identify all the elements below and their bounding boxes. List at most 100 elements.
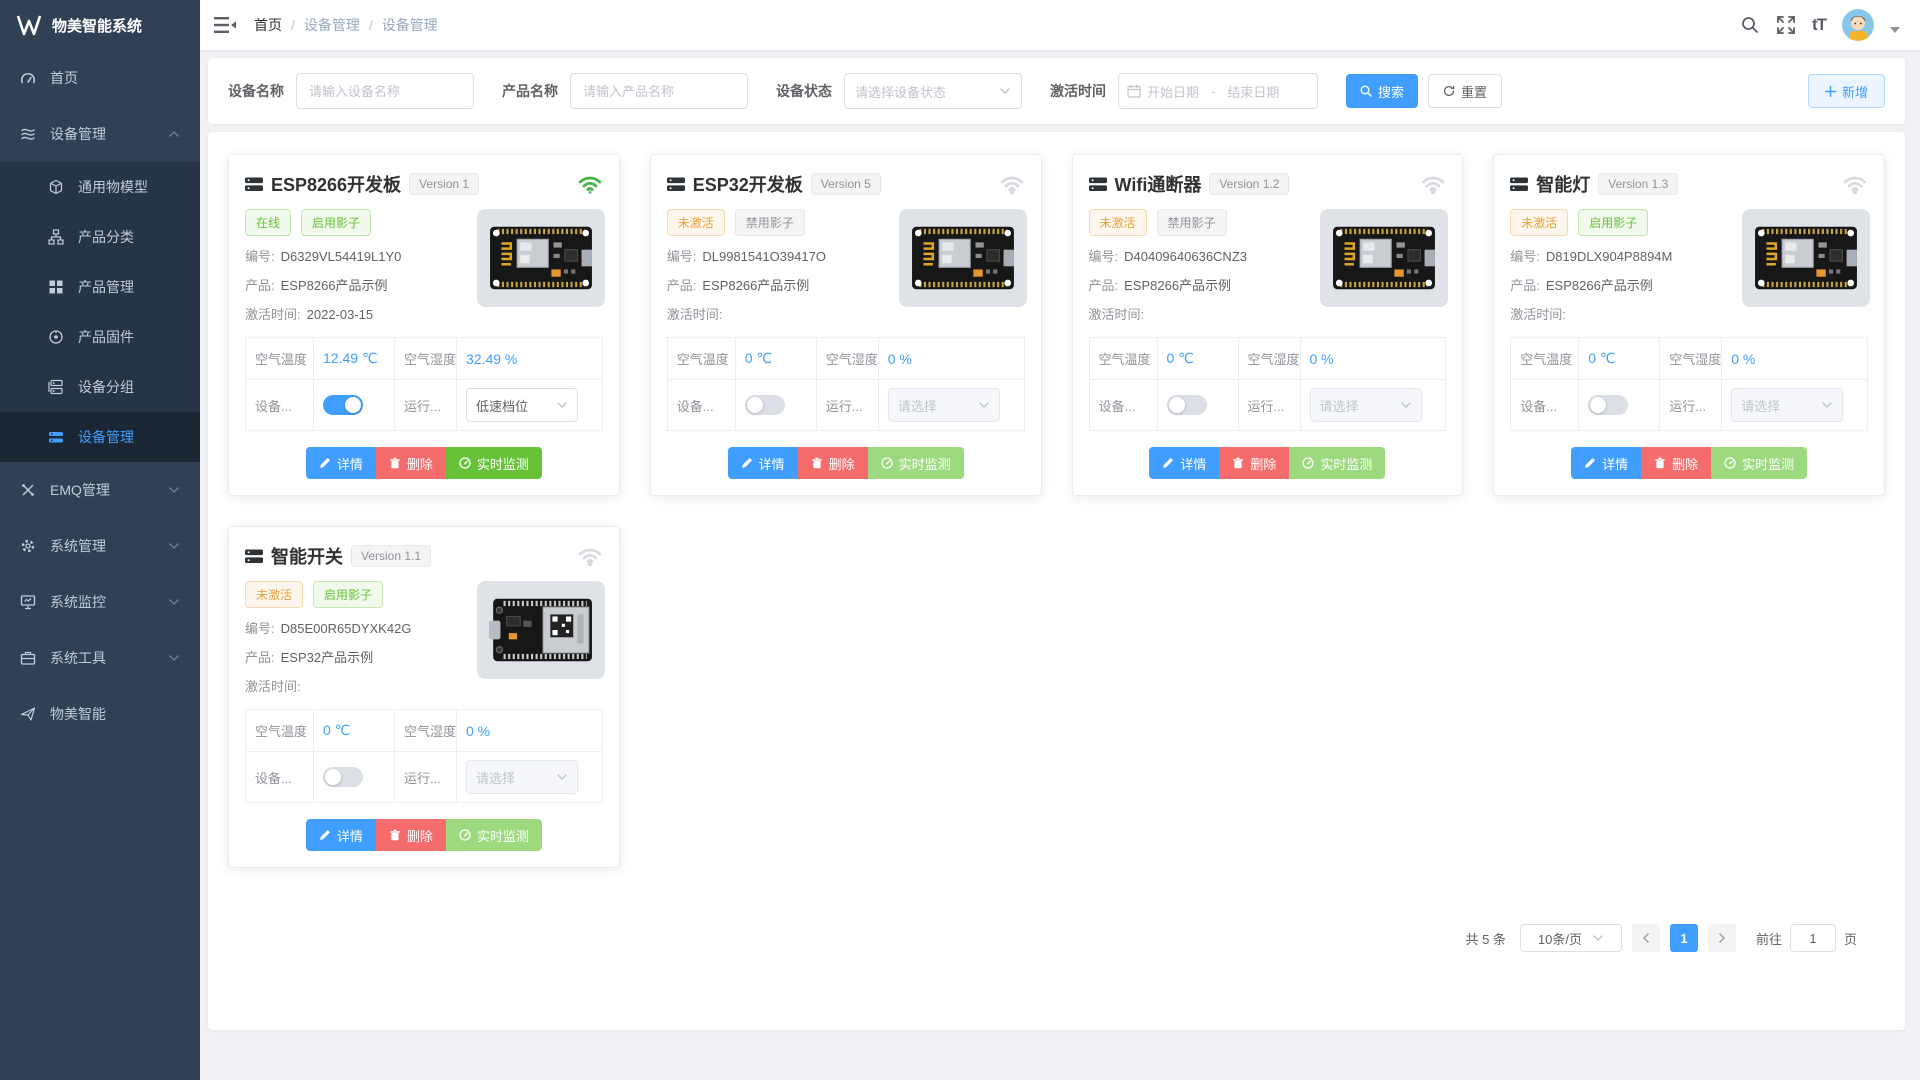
device-card-body: 在线 启用影子 编号:D6329VL54419L1Y0 产品:ESP8266产品… [229, 197, 619, 323]
device-name[interactable]: ESP32开发板 [693, 171, 803, 197]
sidebar-item-system-management[interactable]: 系统管理 [0, 518, 200, 574]
edit-icon [741, 457, 753, 469]
humidity-label: 空气湿度 [1239, 338, 1301, 380]
sidebar-item-product-management[interactable]: 产品管理 [0, 262, 200, 312]
device-name[interactable]: Wifi通断器 [1115, 171, 1202, 197]
device-name[interactable]: 智能开关 [271, 543, 343, 569]
chevron-down-icon [556, 771, 568, 783]
product-label: 产品: [245, 278, 275, 293]
version-badge: Version 1.3 [1598, 173, 1678, 195]
run-mode-select[interactable]: 请选择 [888, 388, 1000, 422]
humidity-label: 空气湿度 [817, 338, 879, 380]
detail-button[interactable]: 详情 [306, 447, 376, 479]
sidebar-item-label: 设备管理 [78, 427, 134, 447]
delete-button[interactable]: 删除 [1219, 447, 1289, 479]
run-mode-select[interactable]: 低速档位 [466, 388, 578, 422]
device-switch[interactable] [323, 395, 363, 415]
delete-button[interactable]: 删除 [798, 447, 868, 479]
page-number-current[interactable]: 1 [1670, 924, 1698, 952]
device-switch[interactable] [323, 767, 363, 787]
sidebar-item-emq[interactable]: EMQ管理 [0, 462, 200, 518]
next-page-button[interactable] [1708, 924, 1736, 952]
device-name-input[interactable] [296, 73, 474, 109]
monitor-button[interactable]: 实时监测 [1289, 447, 1385, 479]
filter-bar: 设备名称 产品名称 设备状态 请选择设备状态 激活时间 开始日期 - 结束日期 [208, 58, 1905, 124]
monitor-button[interactable]: 实时监测 [446, 447, 542, 479]
app-logo: 物美智能系统 [0, 0, 200, 50]
product-line: 产品:ESP8266产品示例 [1089, 275, 1311, 294]
humidity-value: 0 % [879, 338, 1024, 380]
monitor-button[interactable]: 实时监测 [446, 819, 542, 851]
sidebar-item-label: 系统工具 [50, 648, 106, 668]
start-date-placeholder: 开始日期 [1147, 82, 1199, 101]
sidebar-item-product-category[interactable]: 产品分类 [0, 212, 200, 262]
device-type-icon [667, 177, 685, 192]
date-range-picker[interactable]: 开始日期 - 结束日期 [1118, 73, 1318, 109]
board-image-esp8266 [1754, 225, 1858, 291]
device-status-select[interactable]: 请选择设备状态 [844, 73, 1022, 109]
device-name[interactable]: ESP8266开发板 [271, 171, 401, 197]
device-photo [1320, 209, 1448, 307]
sidebar: 物美智能系统 首页 设备管理 通用物模型 产品分类 产品管理 [0, 0, 200, 1080]
search-button[interactable]: 搜索 [1346, 74, 1418, 108]
monitor-button[interactable]: 实时监测 [868, 447, 964, 479]
device-card-header: Wifi通断器 Version 1.2 [1073, 155, 1463, 197]
sidebar-item-wumei[interactable]: 物美智能 [0, 686, 200, 742]
product-label: 产品: [1510, 278, 1540, 293]
sidebar-item-system-monitor[interactable]: 系统监控 [0, 574, 200, 630]
search-button-label: 搜索 [1378, 82, 1404, 101]
sidebar-item-device-list[interactable]: 设备管理 [0, 412, 200, 462]
device-card-body: 未激活 禁用影子 编号:D40409640636CNZ3 产品:ESP8266产… [1073, 197, 1463, 323]
detail-button-label: 详情 [337, 454, 363, 473]
sidebar-item-thing-model[interactable]: 通用物模型 [0, 162, 200, 212]
plus-icon [1825, 86, 1836, 97]
fullscreen-icon[interactable] [1776, 15, 1796, 35]
delete-button[interactable]: 删除 [1641, 447, 1711, 479]
temp-value: 0 ℃ [736, 338, 817, 380]
run-mode-select[interactable]: 请选择 [1731, 388, 1843, 422]
sidebar-item-product-firmware[interactable]: 产品固件 [0, 312, 200, 362]
breadcrumb-device-management[interactable]: 设备管理 [304, 15, 360, 35]
add-button[interactable]: 新增 [1808, 74, 1885, 108]
server-group-icon [48, 379, 64, 395]
device-switch[interactable] [1588, 395, 1628, 415]
run-mode-select[interactable]: 请选择 [1310, 388, 1422, 422]
detail-button[interactable]: 详情 [1149, 447, 1219, 479]
product-name-input[interactable] [570, 73, 748, 109]
chevron-down-icon [1592, 932, 1604, 944]
serial-value: D819DLX904P8894M [1546, 249, 1672, 264]
sidebar-item-label: 设备分组 [78, 377, 134, 397]
filter-activation-time: 激活时间 开始日期 - 结束日期 [1050, 73, 1318, 109]
activated-label: 激活时间: [1510, 307, 1566, 322]
device-name[interactable]: 智能灯 [1536, 171, 1590, 197]
detail-button[interactable]: 详情 [306, 819, 376, 851]
search-icon[interactable] [1740, 15, 1760, 35]
run-mode-select[interactable]: 请选择 [466, 760, 578, 794]
sidebar-item-system-tools[interactable]: 系统工具 [0, 630, 200, 686]
avatar[interactable] [1842, 9, 1874, 41]
device-switch[interactable] [1167, 395, 1207, 415]
product-value: ESP8266产品示例 [1546, 278, 1653, 293]
device-switch[interactable] [745, 395, 785, 415]
sidebar-item-device-management[interactable]: 设备管理 [0, 106, 200, 162]
sidebar-collapse-icon[interactable] [214, 16, 236, 34]
sidebar-item-home[interactable]: 首页 [0, 50, 200, 106]
goto-page-input[interactable] [1790, 924, 1836, 952]
trash-icon [1232, 457, 1244, 469]
detail-button[interactable]: 详情 [1571, 447, 1641, 479]
page-size-select[interactable]: 10条/页 [1520, 924, 1622, 952]
reset-button[interactable]: 重置 [1428, 74, 1502, 108]
sidebar-item-device-group[interactable]: 设备分组 [0, 362, 200, 412]
sidebar-item-label: 产品固件 [78, 327, 134, 347]
prev-page-button[interactable] [1632, 924, 1660, 952]
delete-button[interactable]: 删除 [376, 819, 446, 851]
user-menu-caret-icon[interactable] [1890, 27, 1900, 33]
font-size-icon[interactable]: tT [1812, 15, 1826, 35]
monitor-button[interactable]: 实时监测 [1711, 447, 1807, 479]
run-mode-label: 运行... [395, 752, 457, 802]
detail-button[interactable]: 详情 [728, 447, 798, 479]
detail-button-label: 详情 [1602, 454, 1628, 473]
delete-button[interactable]: 删除 [376, 447, 446, 479]
breadcrumb-home[interactable]: 首页 [254, 15, 282, 35]
device-status-tag: 在线 [245, 209, 291, 236]
